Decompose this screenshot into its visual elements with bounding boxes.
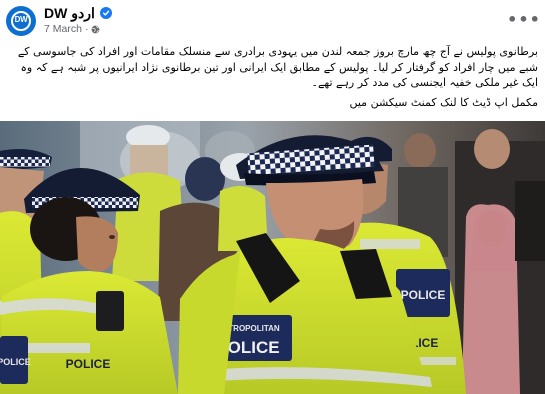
vest-label-police-1: POLICE xyxy=(66,357,111,371)
page-name-link[interactable]: DW اردو xyxy=(44,5,95,22)
verified-badge-icon xyxy=(99,7,112,19)
vest-label-police-6: POLICE xyxy=(0,357,31,367)
post-date-link[interactable]: 7 March xyxy=(44,23,82,35)
post-text-paragraph-1: برطانوی پولیس نے آج چھ مارچ بروز جمعہ لن… xyxy=(17,45,538,89)
page-name-row: DW اردو xyxy=(44,4,112,22)
vest-label-police-4: POLICE xyxy=(401,288,446,302)
post-header: DW DW اردو 7 March · ••• xyxy=(0,0,545,40)
police-officers-photo: POLICE POLICE POLICE POLICE METROPOLITAN… xyxy=(0,121,545,394)
meta-separator: · xyxy=(84,23,89,35)
post-text-paragraph-2: مکمل اپ ڈیٹ کا لنک کمنٹ سیکشن میں xyxy=(349,95,538,109)
post-photo[interactable]: POLICE POLICE POLICE POLICE METROPOLITAN… xyxy=(0,121,545,394)
more-options-icon[interactable]: ••• xyxy=(507,8,540,30)
globe-icon[interactable] xyxy=(91,25,100,34)
page-avatar[interactable]: DW xyxy=(6,6,36,36)
post-text: برطانوی پولیس نے آج چھ مارچ بروز جمعہ لن… xyxy=(6,44,538,110)
avatar-logo-text: DW xyxy=(14,15,28,24)
post-meta: 7 March · xyxy=(44,23,100,35)
